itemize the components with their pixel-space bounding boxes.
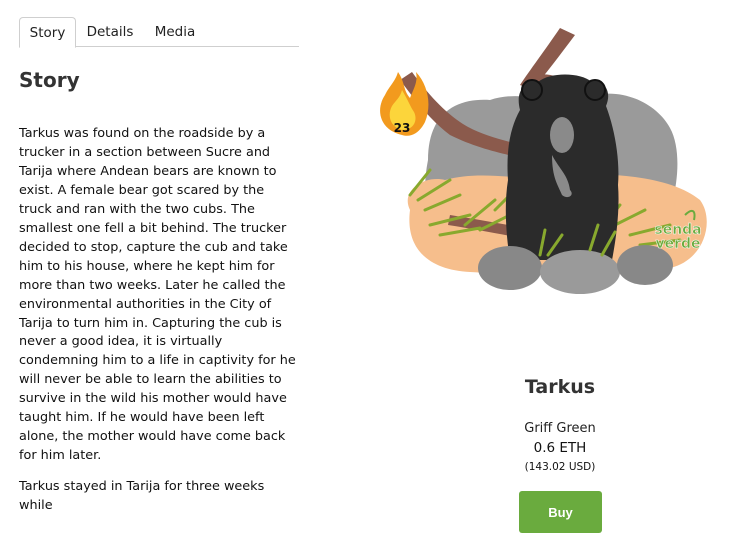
story-paragraph: Tarkus stayed in Tarija for three weeks …	[19, 479, 265, 514]
story-paragraph: Tarkus was found on the roadside by a tr…	[19, 126, 296, 464]
tab-story[interactable]: Story	[19, 17, 76, 48]
buy-button[interactable]: Buy	[519, 491, 602, 533]
owner-name[interactable]: Griff Green	[460, 421, 660, 436]
bear-artwork: 23 senda verde	[380, 28, 707, 294]
nft-name: Tarkus	[524, 376, 596, 398]
price-eth: 0.6 ETH	[533, 440, 587, 456]
price-usd: (143.02 USD)	[524, 461, 596, 473]
svg-text:verde: verde	[655, 236, 700, 252]
tab-bar: Story Details Media	[19, 17, 299, 48]
story-text: Tarkus was found on the roadside by a tr…	[19, 125, 301, 528]
story-heading: Story	[19, 68, 80, 92]
fire-count: 23	[394, 121, 411, 135]
tab-details[interactable]: Details	[78, 17, 142, 47]
tab-media[interactable]: Media	[145, 17, 205, 47]
